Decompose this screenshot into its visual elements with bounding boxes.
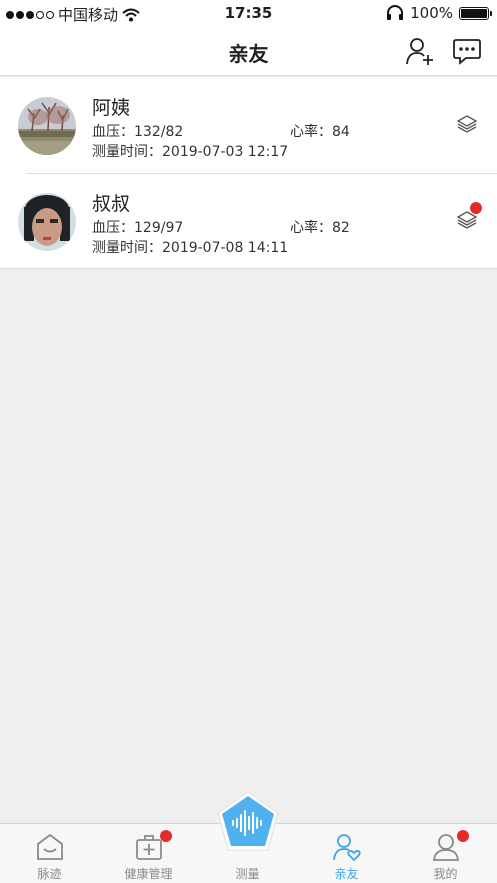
status-bar: 中国移动 17:35 100% (0, 0, 497, 26)
heart-rate: 心率：82 (290, 220, 350, 236)
friend-heart-icon (333, 834, 361, 862)
nav-bar: 亲友 (0, 26, 497, 76)
layers-icon[interactable] (456, 113, 478, 135)
tab-label: 脉迹 (37, 867, 62, 881)
tab-friends[interactable]: 亲友 (297, 824, 396, 883)
status-right: 100% (386, 4, 492, 22)
notification-badge (470, 202, 482, 214)
battery-percent: 100% (410, 4, 453, 22)
headphones-icon (387, 5, 404, 20)
measure-button[interactable] (214, 790, 282, 858)
tab-mine[interactable]: 我的 (396, 824, 495, 883)
friend-name: 阿姨 (92, 97, 131, 119)
tab-label: 测量 (235, 867, 260, 881)
friend-row[interactable]: 阿姨 血压：132/82 心率：84 测量时间：2019-07-03 12:17 (0, 77, 497, 173)
heart-rate: 心率：84 (290, 124, 350, 140)
battery-icon (459, 6, 492, 20)
tab-label: 健康管理 (124, 867, 173, 881)
friend-name: 叔叔 (92, 193, 131, 215)
message-icon[interactable] (452, 36, 482, 66)
avatar (18, 193, 76, 251)
notification-badge (160, 830, 172, 842)
tab-label: 我的 (433, 867, 458, 881)
tab-maiji[interactable]: 脉迹 (0, 824, 99, 883)
friend-list: 阿姨 血压：132/82 心率：84 测量时间：2019-07-03 12:17… (0, 77, 497, 269)
notification-badge (457, 830, 469, 842)
avatar (18, 97, 76, 155)
measure-time: 测量时间：2019-07-08 14:11 (92, 240, 289, 256)
tab-label: 亲友 (334, 867, 359, 881)
measure-time: 测量时间：2019-07-03 12:17 (92, 144, 289, 160)
tab-health-management[interactable]: 健康管理 (99, 824, 198, 883)
add-friend-icon[interactable] (405, 36, 435, 66)
home-icon (37, 833, 63, 860)
blood-pressure: 血压：129/97 (92, 220, 184, 236)
friend-row[interactable]: 叔叔 血压：129/97 心率：82 测量时间：2019-07-08 14:11 (0, 173, 497, 269)
blood-pressure: 血压：132/82 (92, 124, 184, 140)
